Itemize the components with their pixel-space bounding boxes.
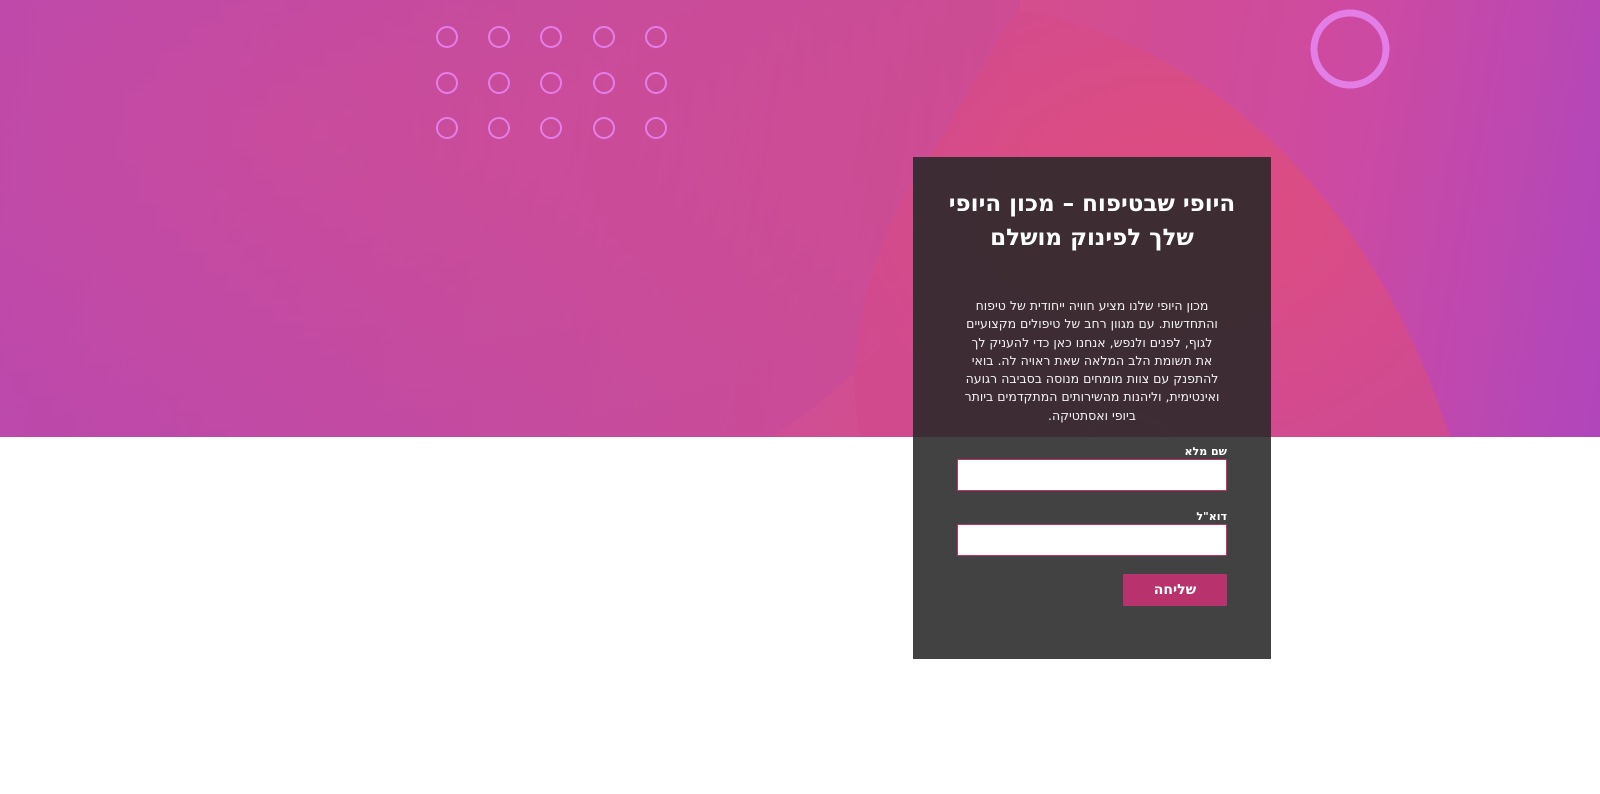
hero-ring-large — [1310, 9, 1390, 89]
email-input[interactable] — [957, 524, 1227, 556]
page: היופי שבטיפוח – מכון היופי שלך לפינוק מו… — [0, 0, 1600, 794]
hero-banner — [0, 0, 1600, 437]
hero-background-graphic — [0, 0, 1450, 437]
page-title: היופי שבטיפוח – מכון היופי שלך לפינוק מו… — [948, 191, 1236, 251]
intro-description: מכון היופי שלנו מציע חוויה ייחודית של טי… — [964, 298, 1220, 423]
full-name-input[interactable] — [957, 459, 1227, 491]
contact-card: היופי שבטיפוח – מכון היופי שלך לפינוק מו… — [913, 157, 1271, 659]
full-name-label: שם מלא — [1184, 445, 1227, 458]
submit-button[interactable]: שליחה — [1123, 574, 1227, 606]
email-label: דוא"ל — [1196, 510, 1227, 523]
